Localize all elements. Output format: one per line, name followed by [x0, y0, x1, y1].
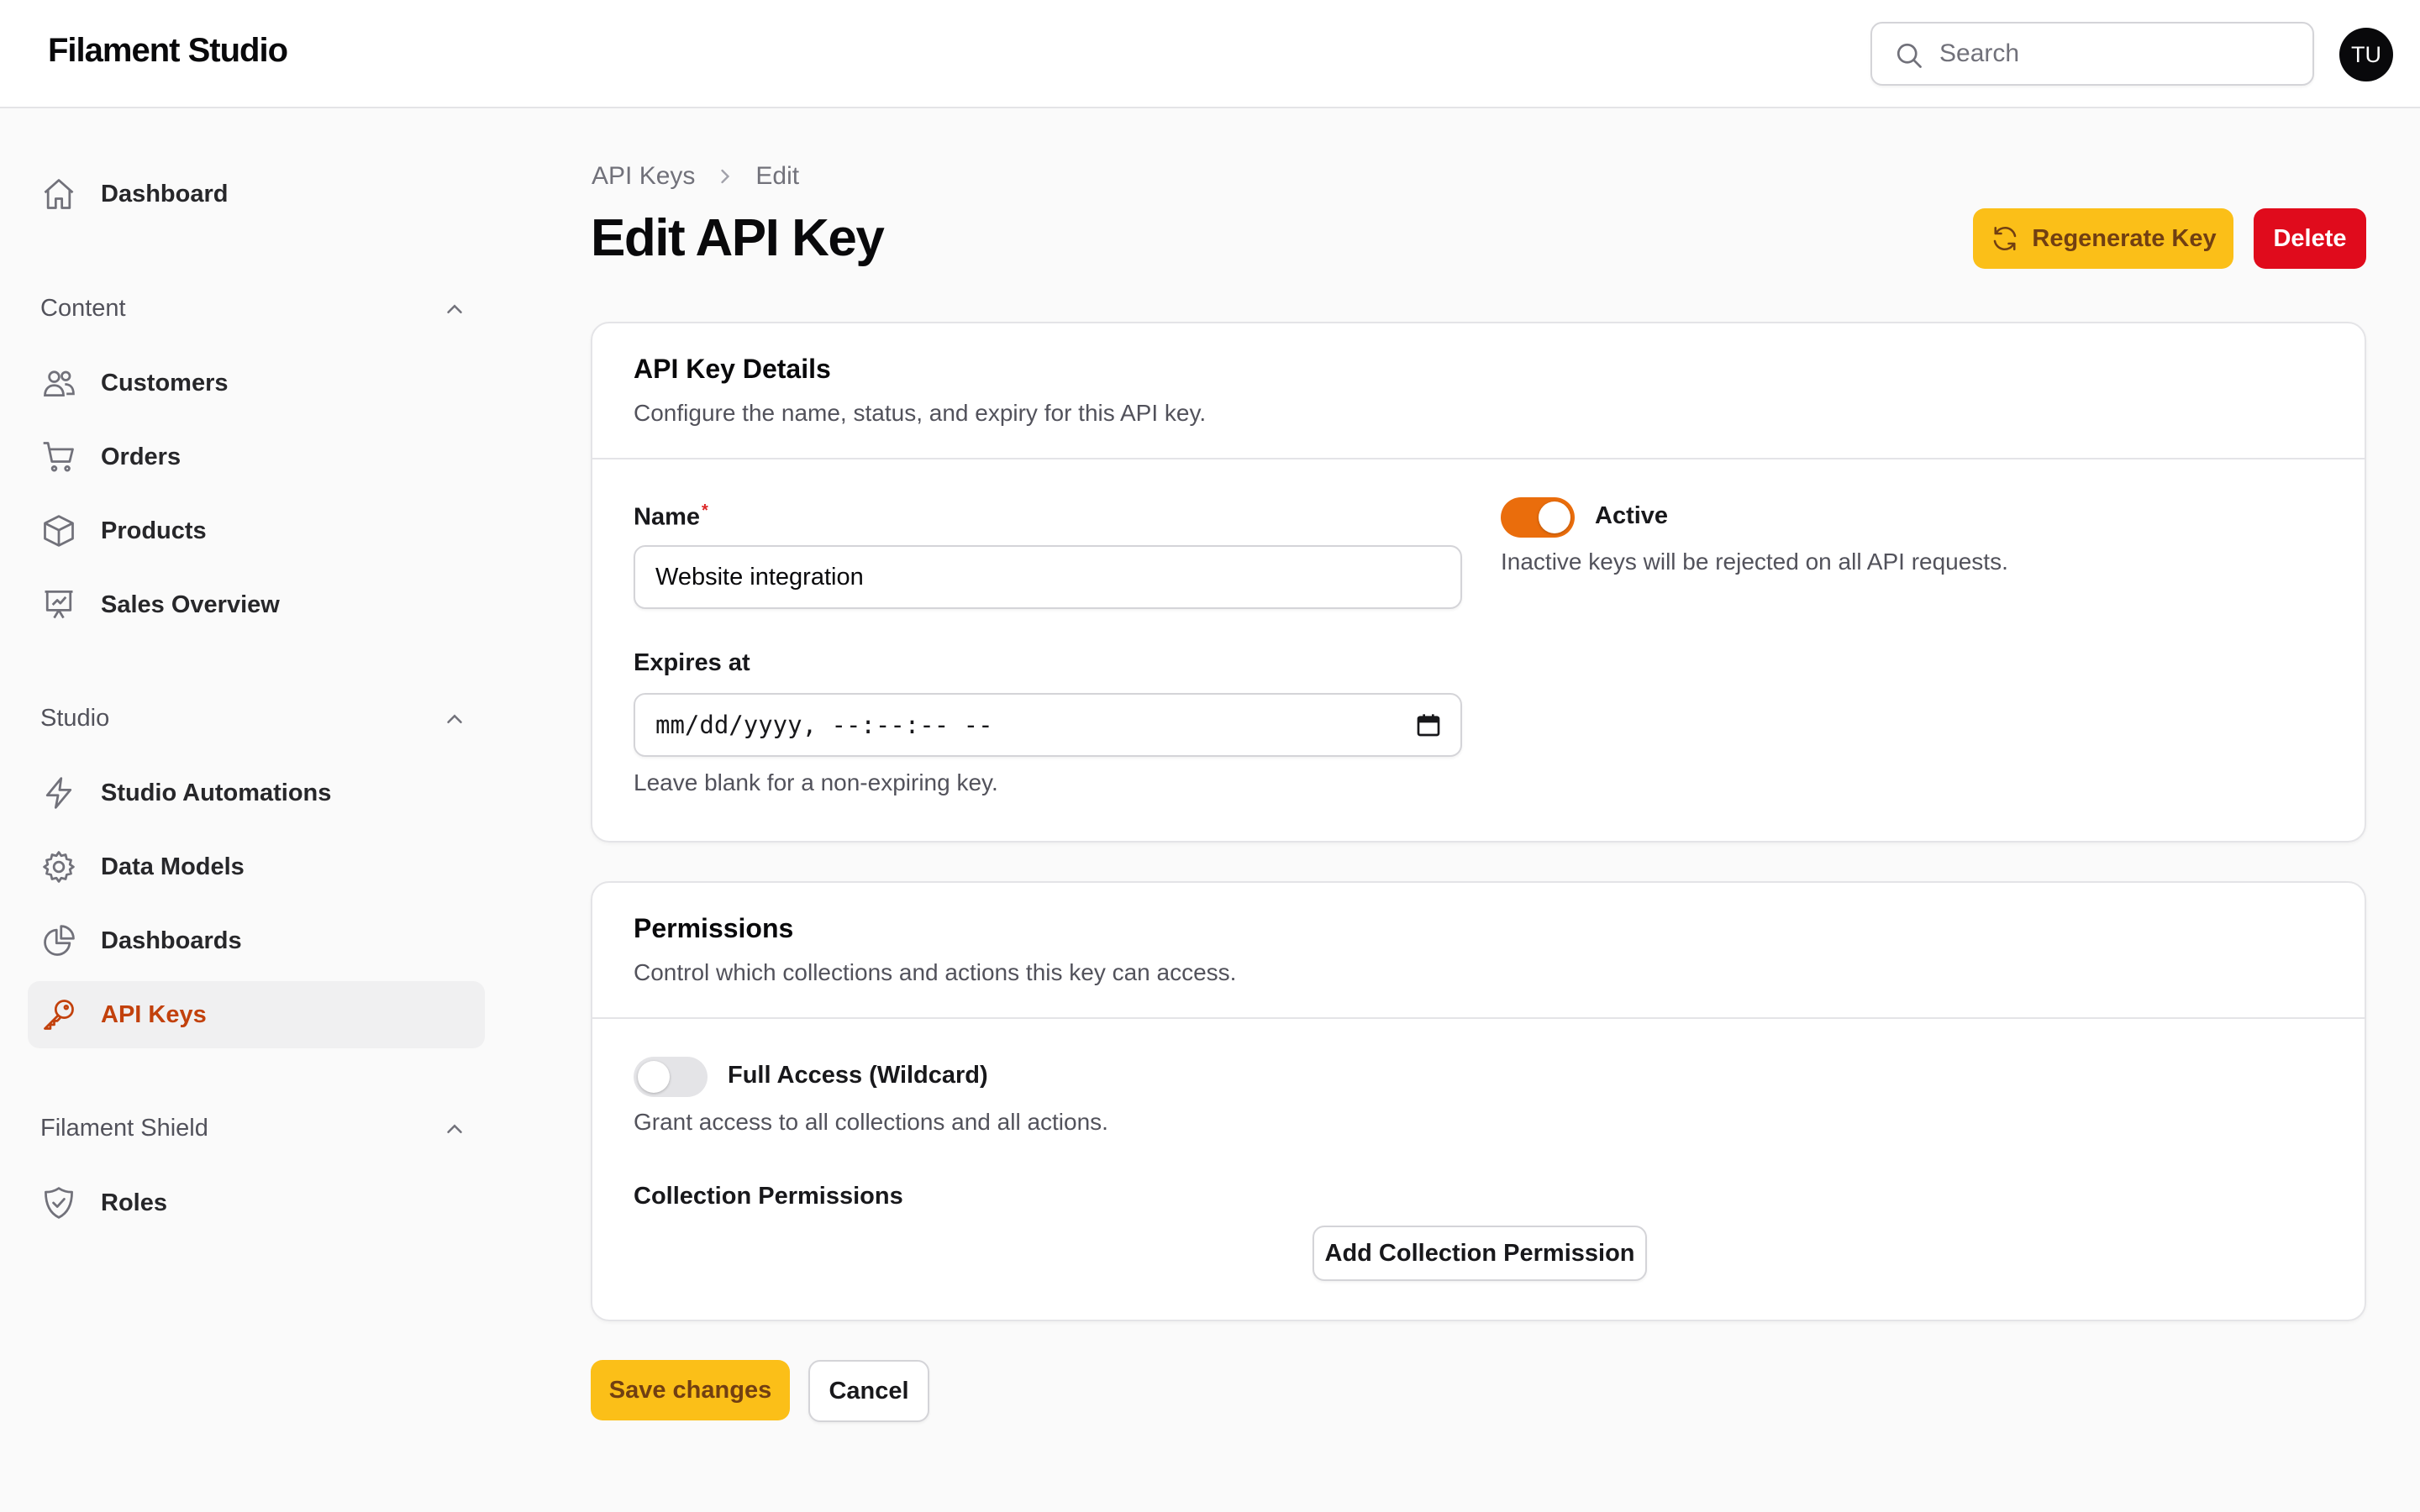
name-input[interactable] [634, 545, 1462, 609]
name-label-text: Name [634, 503, 700, 531]
shield-check-icon [45, 1187, 73, 1219]
sidebar-item-label: Sales Overview [101, 591, 280, 618]
calendar-icon[interactable] [1415, 711, 1442, 738]
sidebar-item-products[interactable]: Products [28, 497, 485, 564]
section-description: Control which collections and actions th… [634, 959, 1237, 985]
breadcrumb-parent-link[interactable]: API Keys [592, 162, 695, 191]
full-access-helper: Grant access to all collections and all … [634, 1109, 1108, 1135]
active-helper: Inactive keys will be rejected on all AP… [1501, 549, 2008, 575]
home-icon [44, 179, 74, 209]
delete-button[interactable]: Delete [2254, 208, 2366, 269]
regenerate-key-label: Regenerate Key [2032, 224, 2217, 252]
toggle-knob [638, 1061, 670, 1093]
sidebar-item-api-keys[interactable]: API Keys [28, 981, 485, 1048]
key-icon [44, 1000, 74, 1030]
refresh-icon [1994, 226, 2017, 251]
section-description: Configure the name, status, and expiry f… [634, 400, 1207, 426]
sidebar-item-studio-automations[interactable]: Studio Automations [28, 759, 485, 827]
section-header: API Key Details Configure the name, stat… [592, 323, 2365, 459]
sidebar-item-label: Orders [101, 443, 182, 470]
expires-at-input[interactable]: mm/dd/yyyy, --:--:-- -- [634, 693, 1462, 757]
required-marker: * [702, 501, 708, 520]
sidebar-item-dashboards[interactable]: Dashboards [28, 907, 485, 974]
search-icon [1897, 43, 1922, 68]
collection-permissions-label: Collection Permissions [634, 1183, 903, 1210]
full-access-label: Full Access (Wildcard) [728, 1062, 988, 1089]
sidebar-item-label: Dashboard [101, 180, 229, 207]
sidebar-item-label: Products [101, 517, 207, 544]
active-toggle[interactable] [1501, 497, 1575, 538]
section-title: API Key Details [634, 354, 831, 384]
users-icon [44, 370, 75, 397]
expires-at-label: Expires at [634, 649, 750, 676]
presentation-chart-icon [45, 591, 73, 619]
section-title: Permissions [634, 913, 794, 943]
chevron-up-icon[interactable] [442, 706, 467, 732]
sidebar-item-label: API Keys [101, 1000, 207, 1028]
page-title: Edit API Key [591, 209, 885, 267]
toggle-knob [1539, 501, 1570, 533]
chart-pie-icon [44, 925, 75, 956]
top-bar: Filament Studio TU [0, 0, 2420, 108]
sidebar-item-label: Customers [101, 369, 229, 396]
sidebar-item-label: Dashboards [101, 927, 242, 954]
group-studio[interactable]: Studio [40, 705, 109, 732]
breadcrumb-current: Edit [755, 162, 800, 190]
full-access-toggle[interactable] [634, 1057, 708, 1097]
breadcrumb: API Keys Edit [592, 162, 799, 191]
gear-icon [43, 851, 75, 883]
group-content[interactable]: Content [40, 295, 126, 323]
sidebar-item-dashboard[interactable]: Dashboard [28, 160, 485, 228]
sidebar: Dashboard Content Customers Orders Produ… [0, 108, 513, 1512]
sidebar-item-label: Studio Automations [101, 779, 332, 806]
chevron-right-icon [721, 169, 730, 184]
regenerate-key-button[interactable]: Regenerate Key [1973, 208, 2233, 269]
cancel-button[interactable]: Cancel [808, 1360, 929, 1422]
search-box[interactable] [1870, 22, 2314, 86]
expires-at-helper: Leave blank for a non-expiring key. [634, 769, 998, 795]
brand-logo[interactable]: Filament Studio [48, 32, 288, 70]
bolt-icon [45, 777, 72, 809]
sidebar-item-orders[interactable]: Orders [28, 423, 485, 491]
sidebar-item-label: Data Models [101, 853, 245, 880]
expires-at-placeholder: mm/dd/yyyy, --:--:-- -- [655, 711, 993, 739]
sidebar-item-customers[interactable]: Customers [28, 349, 485, 417]
avatar[interactable]: TU [2339, 28, 2393, 81]
name-label: Name * [634, 501, 708, 532]
section-header: Permissions Control which collections an… [592, 883, 2365, 1019]
sidebar-item-data-models[interactable]: Data Models [28, 833, 485, 900]
chevron-up-icon[interactable] [442, 297, 467, 322]
group-filament-shield[interactable]: Filament Shield [40, 1115, 208, 1142]
active-label: Active [1595, 502, 1669, 529]
sidebar-item-roles[interactable]: Roles [28, 1169, 485, 1236]
shopping-cart-icon [43, 442, 74, 472]
search-input[interactable] [1939, 24, 2292, 84]
chevron-up-icon[interactable] [442, 1116, 467, 1142]
sidebar-item-sales-overview[interactable]: Sales Overview [28, 571, 485, 638]
sidebar-item-label: Roles [101, 1189, 167, 1216]
api-key-details-section: API Key Details Configure the name, stat… [591, 322, 2366, 843]
add-collection-permission-button[interactable]: Add Collection Permission [1313, 1226, 1647, 1281]
cube-icon [44, 515, 74, 547]
save-changes-button[interactable]: Save changes [591, 1360, 790, 1420]
